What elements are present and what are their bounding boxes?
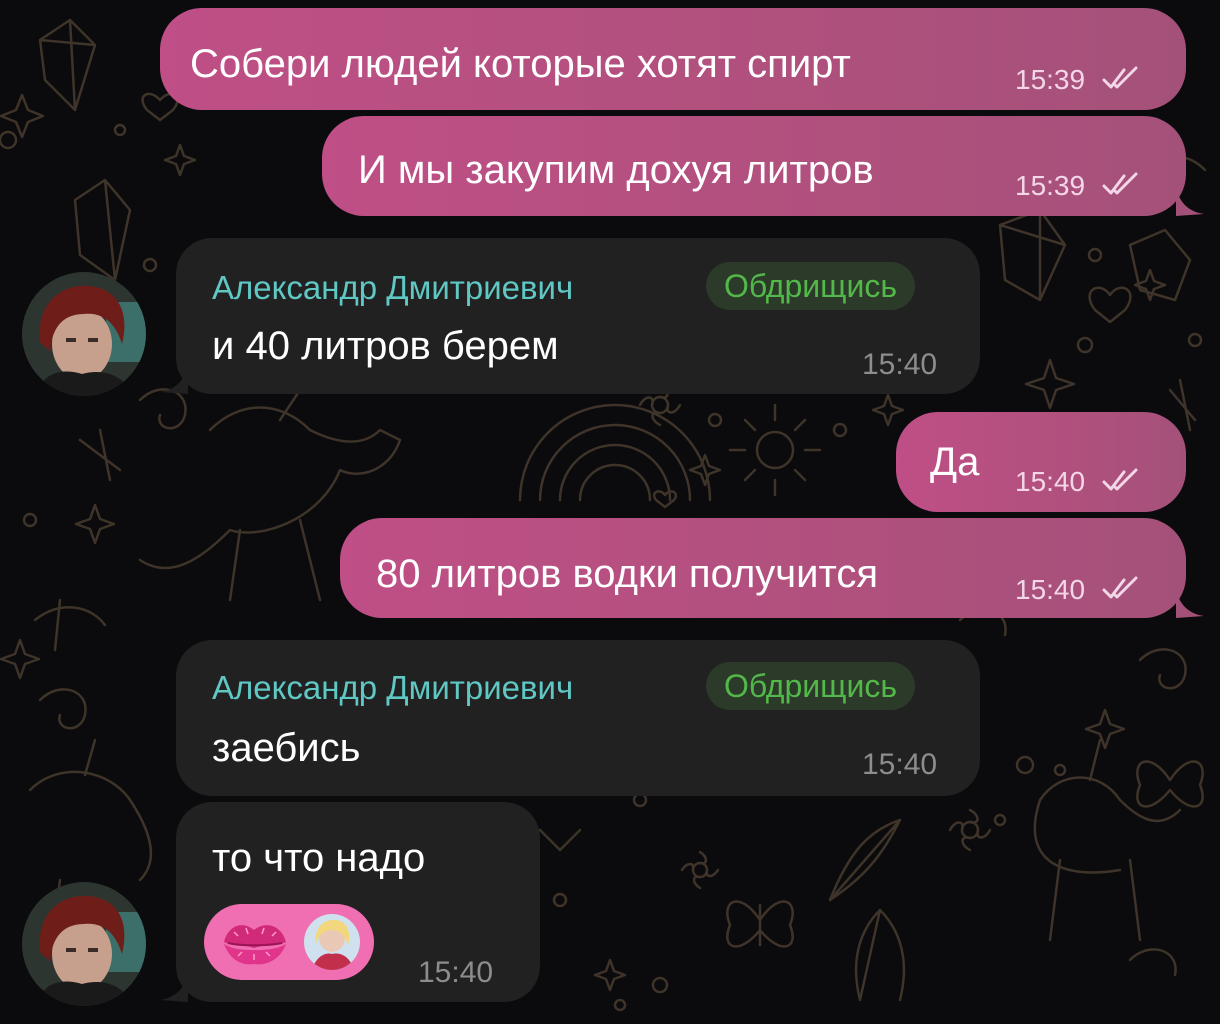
- message-bubble-outgoing[interactable]: И мы закупим дохуя литров 15:39: [322, 116, 1186, 216]
- reactor-avatar[interactable]: [304, 914, 360, 970]
- message-bubble-incoming[interactable]: Александр Дмитриевич Обдрищись заебись 1…: [176, 640, 980, 796]
- message-bubble-outgoing[interactable]: Собери людей которые хотят спирт 15:39: [160, 8, 1186, 110]
- message-text: 80 литров водки получится: [376, 552, 879, 596]
- read-double-check-icon: [1102, 576, 1138, 599]
- bubble-tail: [160, 974, 188, 1002]
- message-text: Собери людей которые хотят спирт: [190, 42, 851, 86]
- kiss-mark-icon: [224, 925, 286, 965]
- message-time: 15:39: [1015, 170, 1086, 201]
- read-double-check-icon: [1102, 468, 1138, 491]
- message-bubble-outgoing[interactable]: 80 литров водки получится 15:40: [340, 518, 1186, 618]
- admin-title-badge: Обдрищись: [706, 662, 915, 710]
- message-time: 15:40: [1015, 466, 1086, 497]
- bubble-tail: [1176, 188, 1204, 216]
- sender-avatar[interactable]: [22, 882, 146, 1006]
- message-text: заебись: [212, 726, 361, 770]
- message-bubble-outgoing[interactable]: Да 15:40: [896, 412, 1186, 512]
- bubble-tail: [1176, 590, 1204, 618]
- message-time: 15:40: [1015, 574, 1086, 605]
- message-text: и 40 литров берем: [212, 324, 559, 368]
- bubble-tail: [160, 366, 188, 394]
- sender-name[interactable]: Александр Дмитриевич: [212, 270, 573, 306]
- sender-name[interactable]: Александр Дмитриевич: [212, 670, 573, 706]
- message-time: 15:40: [862, 748, 938, 781]
- sender-avatar[interactable]: [22, 272, 146, 396]
- message-text: И мы закупим дохуя литров: [358, 148, 874, 192]
- message-bubble-incoming[interactable]: Александр Дмитриевич Обдрищись и 40 литр…: [176, 238, 980, 394]
- message-text: то что надо: [212, 836, 426, 880]
- read-double-check-icon: [1102, 66, 1138, 89]
- message-text: Да: [930, 440, 980, 484]
- read-double-check-icon: [1102, 172, 1138, 195]
- admin-title-badge: Обдрищись: [706, 262, 915, 310]
- reaction-pill[interactable]: [204, 904, 374, 980]
- message-time: 15:40: [862, 348, 938, 381]
- message-time: 15:39: [1015, 64, 1086, 95]
- message-time: 15:40: [418, 956, 494, 989]
